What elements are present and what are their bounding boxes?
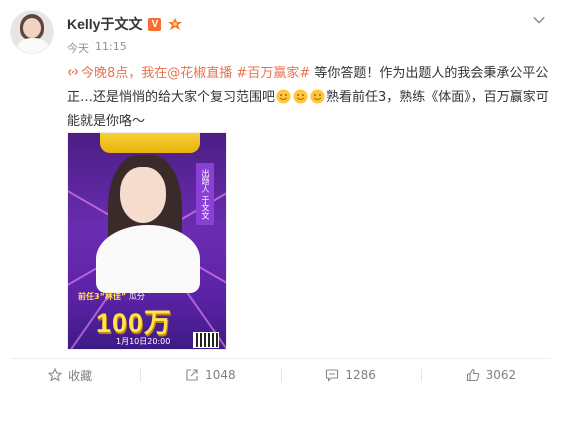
post-image[interactable]: 出题人 于文文 前任3“林佳” 瓜分 100万 1月10日20:00 — [67, 132, 227, 350]
emoji-icon — [276, 89, 291, 104]
poster-date: 1月10日20:00 — [116, 337, 171, 346]
poster-tag: 出题人 于文文 — [196, 163, 214, 225]
favorite-label: 收藏 — [68, 368, 93, 383]
poster-amount: 100万 — [96, 308, 173, 338]
chevron-down-icon[interactable] — [531, 12, 547, 28]
repost-count: 1048 — [205, 368, 236, 382]
like-icon — [466, 368, 479, 382]
comment-icon — [326, 369, 339, 382]
action-bar: 收藏 1048 1286 3062 — [0, 360, 561, 390]
post-time[interactable]: 今天 11:15 — [67, 40, 127, 56]
favorite-button[interactable]: 收藏 — [0, 360, 140, 390]
poster-banner — [100, 133, 200, 153]
repost-icon — [186, 369, 198, 381]
like-count: 3062 — [485, 368, 517, 382]
post-clock: 11:15 — [95, 40, 127, 53]
poster-line-rest: 瓜分 — [128, 292, 145, 301]
username-row: Kelly于文文 V — [67, 15, 183, 33]
poster-line-highlight: 前任3“林佳” — [78, 292, 127, 301]
username[interactable]: Kelly于文文 — [67, 14, 142, 34]
level-icon — [167, 17, 183, 31]
weibo-post: Kelly于文文 V 今天 11:15 今晚8点，我在@花椒直播 #百万赢家# … — [0, 0, 561, 425]
live-link[interactable]: 今晚8点，我在@花椒直播 — [81, 66, 232, 81]
verified-badge-icon: V — [148, 17, 162, 31]
link-icon — [68, 68, 78, 76]
qr-code — [193, 332, 219, 348]
emoji-icon — [293, 89, 308, 104]
like-button[interactable]: 3062 — [420, 360, 561, 390]
star-icon — [48, 368, 63, 382]
post-content: 今晚8点，我在@花椒直播 #百万赢家# 等你答题！作为出题人的我会秉承公平公正…… — [67, 62, 553, 134]
comment-count: 1286 — [345, 368, 376, 382]
post-date: 今天 — [67, 42, 89, 55]
repost-button[interactable]: 1048 — [140, 360, 280, 390]
divider — [10, 358, 551, 359]
hashtag-link[interactable]: #百万赢家# — [236, 66, 310, 81]
emoji-icon — [310, 89, 325, 104]
avatar[interactable] — [10, 10, 54, 54]
comment-button[interactable]: 1286 — [280, 360, 421, 390]
